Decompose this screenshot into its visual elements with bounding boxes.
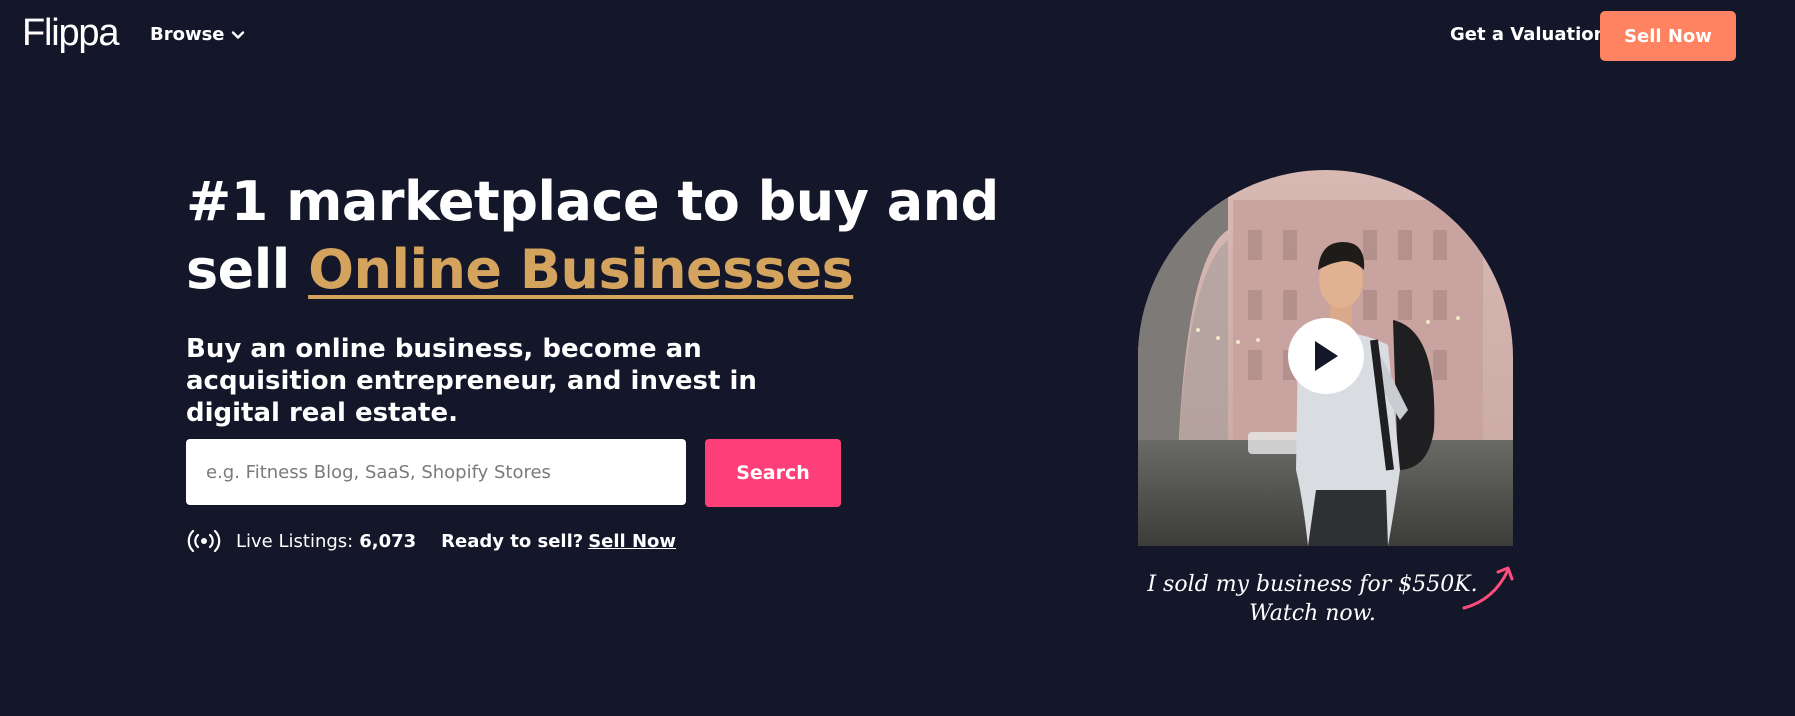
hero-subheadline: Buy an online business, become an acquis…: [186, 334, 757, 428]
search-input[interactable]: [186, 439, 686, 505]
browse-label: Browse: [150, 24, 225, 45]
hero-headline: #1 marketplace to buy and sell Online Bu…: [186, 168, 1046, 304]
broadcast-icon: [187, 529, 221, 553]
search-button[interactable]: Search: [705, 439, 841, 507]
ready-to-sell-label: Ready to sell?: [441, 530, 584, 552]
sell-now-link[interactable]: Sell Now: [588, 531, 676, 552]
video-thumbnail[interactable]: [1138, 170, 1513, 546]
chevron-down-icon: [231, 30, 244, 39]
get-valuation-link[interactable]: Get a Valuation: [1450, 24, 1606, 45]
play-button[interactable]: [1288, 318, 1364, 394]
browse-menu[interactable]: Browse: [150, 24, 245, 45]
headline-line-1: #1 marketplace to buy and: [186, 170, 999, 233]
headline-word-sell: sell: [186, 238, 290, 301]
curved-arrow-icon: [1462, 566, 1514, 610]
flippa-logo[interactable]: Flippa: [22, 12, 120, 55]
play-icon: [1315, 341, 1338, 371]
sell-now-button[interactable]: Sell Now: [1600, 11, 1736, 61]
caption-line-1: I sold my business for $550K.: [1147, 572, 1478, 597]
live-listings-label: Live Listings:: [236, 530, 354, 552]
listing-stats: Live Listings: 6,073 Ready to sell? Sell…: [186, 528, 676, 554]
caption-line-2: Watch now.: [1249, 601, 1376, 626]
video-caption[interactable]: I sold my business for $550K. Watch now.: [1140, 570, 1485, 628]
live-listings-count: 6,073: [359, 530, 417, 552]
headline-accent: Online Businesses: [308, 238, 854, 301]
